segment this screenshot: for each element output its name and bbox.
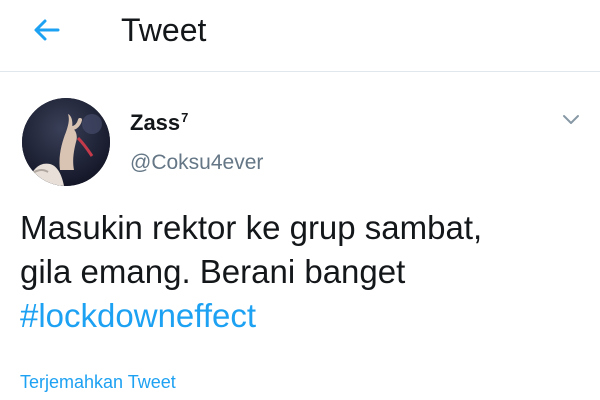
tweet-text-line-2: gila emang. Berani banget (20, 253, 406, 290)
author-name-superscript: 7 (181, 110, 189, 125)
avatar-image (22, 98, 110, 186)
author-display-name[interactable]: Zass7 (130, 104, 188, 137)
back-arrow-icon[interactable] (30, 13, 64, 47)
author-handle[interactable]: @Coksu4ever (130, 150, 263, 176)
translate-tweet-link[interactable]: Terjemahkan Tweet (20, 370, 176, 394)
top-bar: Tweet (0, 0, 600, 72)
tweet-body: Masukin rektor ke grup sambat, gila eman… (20, 206, 585, 338)
avatar[interactable] (22, 98, 110, 186)
author-name-text: Zass (130, 110, 181, 135)
tweet-text-line-1: Masukin rektor ke grup sambat, (20, 209, 483, 246)
chevron-down-icon[interactable] (560, 108, 582, 130)
hashtag-link[interactable]: #lockdowneffect (20, 294, 585, 338)
page-title: Tweet (121, 12, 207, 48)
